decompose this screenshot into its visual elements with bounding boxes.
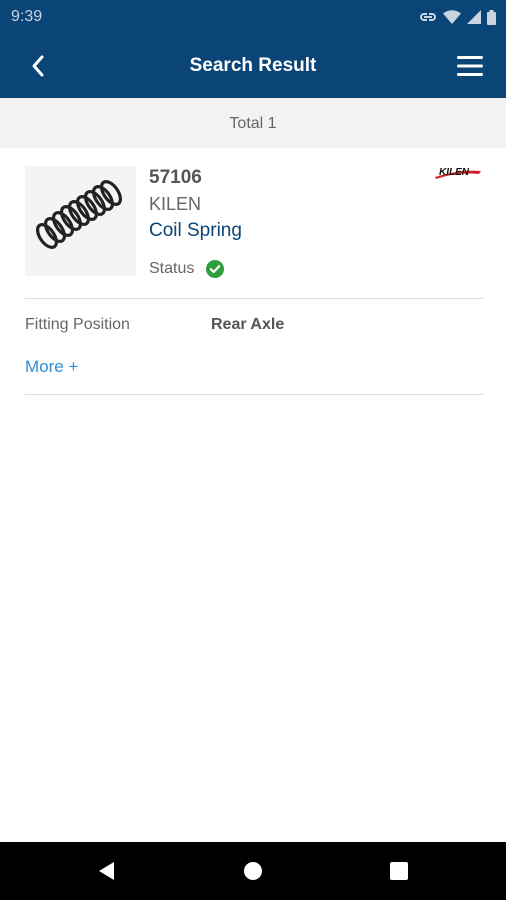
brand-logo-text: KILEN: [439, 167, 470, 178]
app-bar: Search Result: [0, 34, 506, 98]
system-status-bar: 9:39: [0, 0, 506, 34]
hamburger-menu-icon: [457, 56, 483, 76]
status-icons: [419, 9, 496, 25]
system-navigation-bar: [0, 842, 506, 900]
circle-home-icon: [244, 862, 262, 880]
wifi-icon: [443, 10, 461, 24]
more-details-link[interactable]: More +: [25, 357, 78, 377]
battery-icon: [487, 9, 496, 25]
product-thumbnail[interactable]: [25, 166, 136, 276]
link-icon: [420, 13, 436, 21]
nav-home-button[interactable]: [238, 856, 268, 886]
signal-icon: [467, 10, 481, 24]
back-button[interactable]: [24, 52, 52, 80]
nav-back-button[interactable]: [91, 856, 121, 886]
result-item[interactable]: 57106 KILEN Coil Spring Status KILEN Fit…: [25, 148, 483, 396]
square-recents-icon: [390, 862, 408, 880]
brand-logo: KILEN: [435, 167, 481, 179]
results-total: Total 1: [0, 98, 506, 148]
menu-button[interactable]: [454, 52, 486, 80]
check-circle-icon: [206, 260, 225, 278]
chevron-left-icon: [32, 55, 44, 77]
divider: [25, 298, 483, 299]
nav-recents-button[interactable]: [384, 856, 414, 886]
brand-name: KILEN: [149, 194, 202, 214]
spec-label-fitting-position: Fitting Position: [25, 316, 130, 333]
product-name-link[interactable]: Coil Spring: [149, 220, 242, 242]
status-time: 9:39: [11, 8, 43, 25]
part-number: 57106: [149, 167, 202, 188]
coil-spring-image: [25, 166, 136, 276]
status-label: Status: [149, 260, 195, 277]
status-row: Status: [149, 260, 225, 278]
spec-value-fitting-position: Rear Axle: [211, 316, 285, 333]
divider: [25, 394, 483, 395]
page-title: Search Result: [189, 55, 317, 76]
triangle-back-icon: [99, 862, 114, 880]
